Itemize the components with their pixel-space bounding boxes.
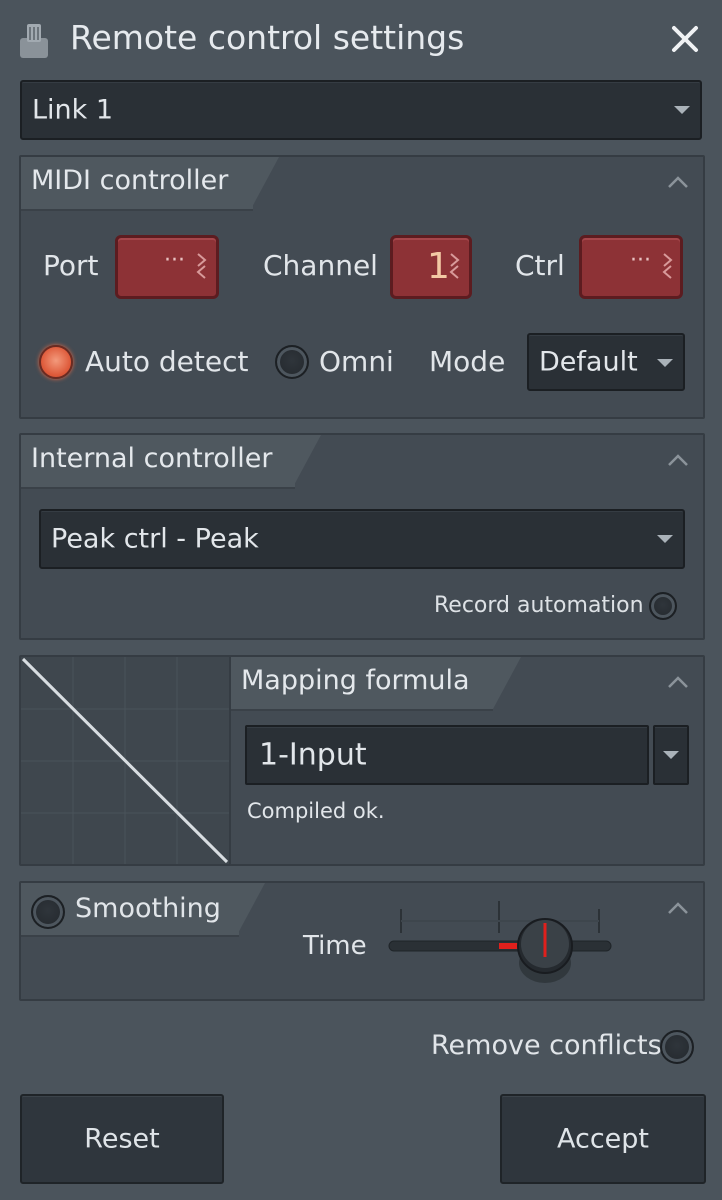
internal-controller-title: Internal controller (31, 443, 273, 474)
link-select[interactable]: Link 1 (20, 80, 702, 140)
internal-controller-panel: Internal controller Peak ctrl - Peak Rec… (19, 433, 705, 640)
port-field[interactable]: ··· (115, 235, 219, 299)
formula-value: 1-Input (259, 737, 367, 773)
mode-select[interactable]: Default (527, 333, 685, 391)
accept-button[interactable]: Accept (500, 1094, 706, 1184)
close-icon[interactable] (668, 22, 702, 56)
auto-detect-radio[interactable] (39, 345, 73, 379)
record-automation-label: Record automation (434, 593, 644, 618)
tab-slant (293, 435, 321, 487)
midi-controller-panel: MIDI controller Port ··· Channel 1 Ctrl … (19, 155, 705, 419)
mapping-formula-title: Mapping formula (241, 665, 470, 696)
formula-preset-button[interactable] (653, 725, 689, 785)
internal-controller-select[interactable]: Peak ctrl - Peak (39, 509, 685, 569)
midi-controller-tab: MIDI controller (21, 157, 253, 211)
ctrl-value: ··· (630, 248, 651, 273)
smoothing-label: Smoothing (75, 893, 221, 924)
time-label: Time (303, 931, 367, 961)
internal-controller-value: Peak ctrl - Peak (51, 523, 259, 555)
reset-button-label: Reset (84, 1123, 160, 1155)
formula-status: Compiled ok. (247, 799, 385, 823)
chevron-down-icon (657, 359, 673, 367)
midi-controller-title: MIDI controller (31, 165, 229, 196)
channel-label: Channel (263, 249, 378, 282)
omni-label: Omni (319, 345, 394, 378)
chevron-down-icon (663, 751, 679, 759)
ctrl-field[interactable]: ··· (579, 235, 683, 299)
stepper-icon (196, 253, 207, 279)
time-slider[interactable] (387, 901, 613, 991)
stepper-icon (662, 253, 673, 279)
link-select-value: Link 1 (32, 94, 114, 126)
smoothing-panel: Smoothing Time (19, 881, 705, 1001)
collapse-icon[interactable] (667, 453, 689, 467)
channel-field[interactable]: 1 (390, 235, 472, 299)
record-automation-radio[interactable] (649, 592, 677, 620)
formula-input[interactable]: 1-Input (245, 725, 649, 785)
collapse-icon[interactable] (667, 175, 689, 189)
port-value: ··· (164, 248, 185, 273)
reset-button[interactable]: Reset (20, 1094, 224, 1184)
omni-radio[interactable] (275, 345, 309, 379)
remove-conflicts-label: Remove conflicts (431, 1030, 662, 1061)
chevron-down-icon (657, 535, 673, 543)
internal-controller-tab: Internal controller (21, 435, 295, 489)
mode-label: Mode (429, 345, 506, 378)
collapse-icon[interactable] (667, 675, 689, 689)
knob-icon (18, 22, 50, 60)
mapping-graph (21, 657, 229, 864)
tab-slant (493, 657, 521, 709)
collapse-icon[interactable] (667, 901, 689, 915)
tab-slant (251, 157, 279, 209)
remove-conflicts-radio[interactable] (660, 1030, 694, 1064)
smoothing-toggle[interactable] (31, 895, 65, 929)
channel-value: 1 (427, 246, 450, 287)
window-title: Remote control settings (70, 18, 465, 57)
auto-detect-label: Auto detect (85, 345, 249, 378)
tab-slant (237, 883, 265, 935)
mapping-formula-panel: Mapping formula 1-Input Compiled ok. (19, 655, 705, 866)
chevron-down-icon (674, 106, 690, 114)
port-label: Port (43, 249, 99, 282)
mode-value: Default (539, 346, 638, 378)
mapping-formula-tab: Mapping formula (231, 657, 493, 711)
accept-button-label: Accept (556, 1123, 650, 1155)
stepper-icon (449, 253, 460, 279)
ctrl-label: Ctrl (515, 249, 565, 282)
